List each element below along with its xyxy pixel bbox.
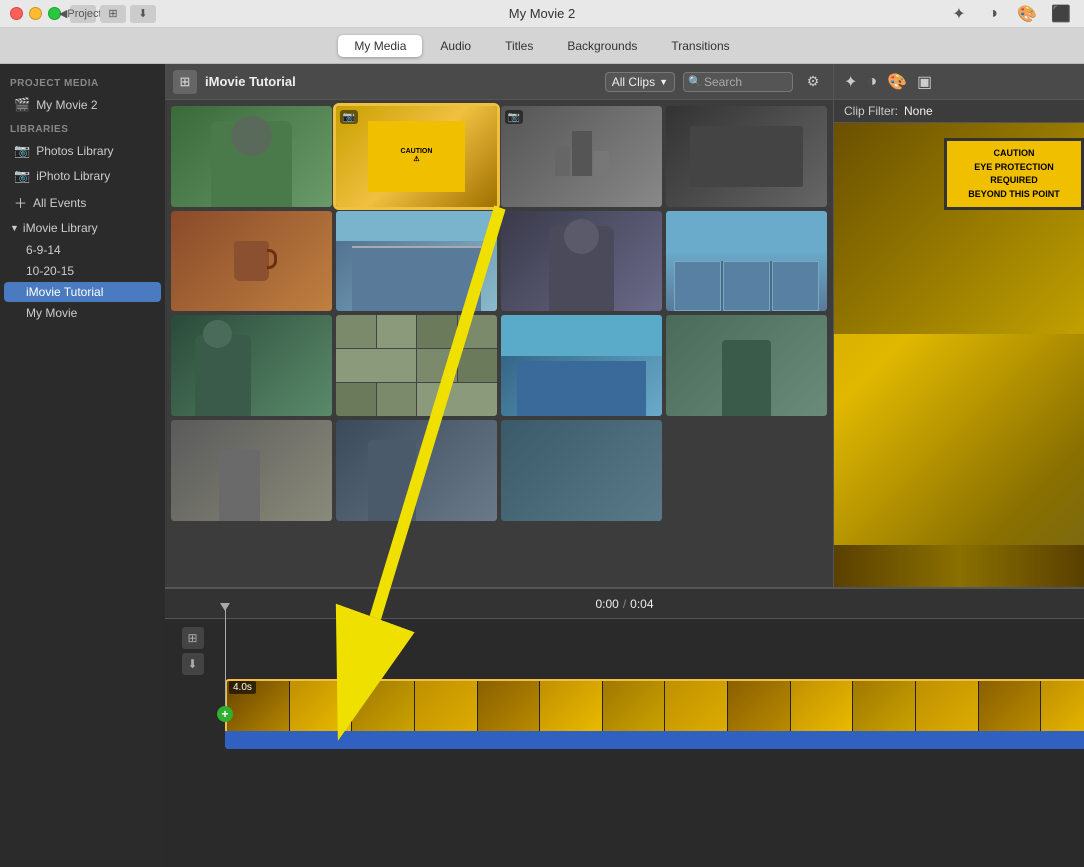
thumbnail-3[interactable]: 📷 [501,106,662,207]
timeline-total-time: 0:04 [630,597,653,611]
timeline-body: 4.0s [165,619,1084,867]
close-button[interactable] [10,7,23,20]
titlebar: ◀ Projects ⊞ ⬇ My Movie 2 ✦ ◑ 🎨 ⬛ [0,0,1084,28]
thumbnail-6[interactable] [336,211,497,312]
main-layout: PROJECT MEDIA 🎬 My Movie 2 LIBRARIES 📷 P… [0,64,1084,867]
thumbnail-13[interactable] [171,420,332,521]
window-title: My Movie 2 [509,6,575,21]
camera-badge-icon: 📷 [340,110,358,124]
thumbnail-4[interactable] [666,106,827,207]
add-clip-button[interactable]: + [217,706,233,722]
sidebar-item-photos-library[interactable]: 📷 Photos Library [4,139,161,163]
dropdown-arrow-icon: ▼ [659,77,668,87]
clip-duration-label: 4.0s [229,681,256,694]
crop-tool-icon[interactable]: ▣ [917,72,932,92]
clip-filter-dropdown[interactable]: All Clips ▼ [605,72,675,92]
caution-line-1: CAUTION [953,147,1075,161]
photos-icon: 📷 [14,143,30,159]
minimize-button[interactable] [29,7,42,20]
sidebar-imovie-library-parent[interactable]: ▼ iMovie Library [0,217,165,239]
settings-button[interactable]: ⚙ [801,70,825,94]
all-events-icon: ＋ [14,193,27,212]
luma-icon[interactable]: ◑ [867,73,877,91]
timeline-current-time: 0:00 [595,597,618,611]
search-icon: 🔍 [688,75,702,88]
crop-icon[interactable]: ⬛ [1048,3,1074,25]
sidebar-item-my-movie[interactable]: My Movie [4,303,161,323]
sidebar-photos-label: Photos Library [36,144,113,158]
timeline-separator: / [623,597,626,611]
timeline-area: 0:00 / 0:04 ⊞ ⬇ 4.0s [165,587,1084,867]
timeline-blue-bar [225,731,1084,749]
color-icon[interactable]: 🎨 [887,72,907,92]
film-icon: 🎬 [14,97,30,113]
thumbnail-14[interactable] [336,420,497,521]
thumbnail-9[interactable] [171,315,332,416]
thumbnail-7[interactable] [501,211,662,312]
tab-transitions[interactable]: Transitions [655,35,745,57]
download-button[interactable]: ⬇ [130,5,156,23]
sidebar: PROJECT MEDIA 🎬 My Movie 2 LIBRARIES 📷 P… [0,64,165,867]
thumbnail-12[interactable] [666,315,827,416]
sidebar-item-my-movie-2[interactable]: 🎬 My Movie 2 [4,93,161,117]
thumbnail-2[interactable]: CAUTION⚠ 📷 [336,106,497,207]
sidebar-iphoto-label: iPhoto Library [36,169,110,183]
thumbnail-11[interactable] [501,315,662,416]
caution-line-4: BEYOND THIS POINT [953,188,1075,202]
sidebar-item-all-events[interactable]: ＋ All Events [4,189,161,216]
thumbnail-8[interactable] [666,211,827,312]
camera-badge-icon-3: 📷 [505,110,523,124]
caution-line-2: EYE PROTECTION [953,161,1075,175]
project-media-header: PROJECT MEDIA [0,72,165,92]
filter-value: All Clips [612,75,655,89]
thumbnail-10[interactable] [336,315,497,416]
thumbnail-15[interactable] [501,420,662,521]
back-button[interactable]: ◀ Projects [70,5,96,23]
tab-audio[interactable]: Audio [424,35,487,57]
clip-filter-label: Clip Filter: [844,104,898,118]
content-toolbar: ⊞ iMovie Tutorial All Clips ▼ 🔍 ⚙ [165,64,833,100]
thumbnail-1[interactable] [171,106,332,207]
search-wrapper: 🔍 [683,72,793,92]
tab-my-media[interactable]: My Media [338,35,422,57]
color-board-icon[interactable]: 🎨 [1014,3,1040,25]
magic-tool-icon[interactable]: ✦ [844,72,857,92]
content-wrapper: ⊞ iMovie Tutorial All Clips ▼ 🔍 ⚙ [165,64,1084,867]
sidebar-project-label: My Movie 2 [36,98,97,112]
caution-line-3: REQUIRED [953,174,1075,188]
main-toolbar: My Media Audio Titles Backgrounds Transi… [0,28,1084,64]
grid-toggle-button[interactable]: ⊞ [100,5,126,23]
color-correction-icon[interactable]: ◑ [980,3,1006,25]
iphoto-icon: 📷 [14,168,30,184]
titlebar-nav: ◀ Projects ⊞ ⬇ [70,5,156,23]
timeline-cursor [225,609,226,719]
sidebar-imovie-library-label: iMovie Library [23,221,98,235]
preview-toolbar: ✦ ◑ 🎨 ▣ [834,64,1084,100]
thumbnail-5[interactable] [171,211,332,312]
tab-backgrounds[interactable]: Backgrounds [551,35,653,57]
sidebar-item-imovie-tutorial[interactable]: iMovie Tutorial [4,282,161,302]
sidebar-item-6-9-14[interactable]: 6-9-14 [4,240,161,260]
sidebar-item-10-20-15[interactable]: 10-20-15 [4,261,161,281]
timeline-track: 4.0s [225,679,1074,752]
grid-view-toggle[interactable]: ⊞ [173,70,197,94]
sidebar-item-iphoto-library[interactable]: 📷 iPhoto Library [4,164,161,188]
triangle-icon: ▼ [10,223,19,233]
clip-filter-value: None [904,104,933,118]
sidebar-all-events-label: All Events [33,196,86,210]
timeline-header: 0:00 / 0:04 [165,589,1084,619]
libraries-header: LIBRARIES [0,118,165,138]
tab-titles[interactable]: Titles [489,35,549,57]
window-controls [10,7,61,20]
titlebar-right-icons: ✦ ◑ 🎨 ⬛ [946,3,1074,25]
browser-title: iMovie Tutorial [205,74,296,89]
magic-wand-icon[interactable]: ✦ [946,3,972,25]
